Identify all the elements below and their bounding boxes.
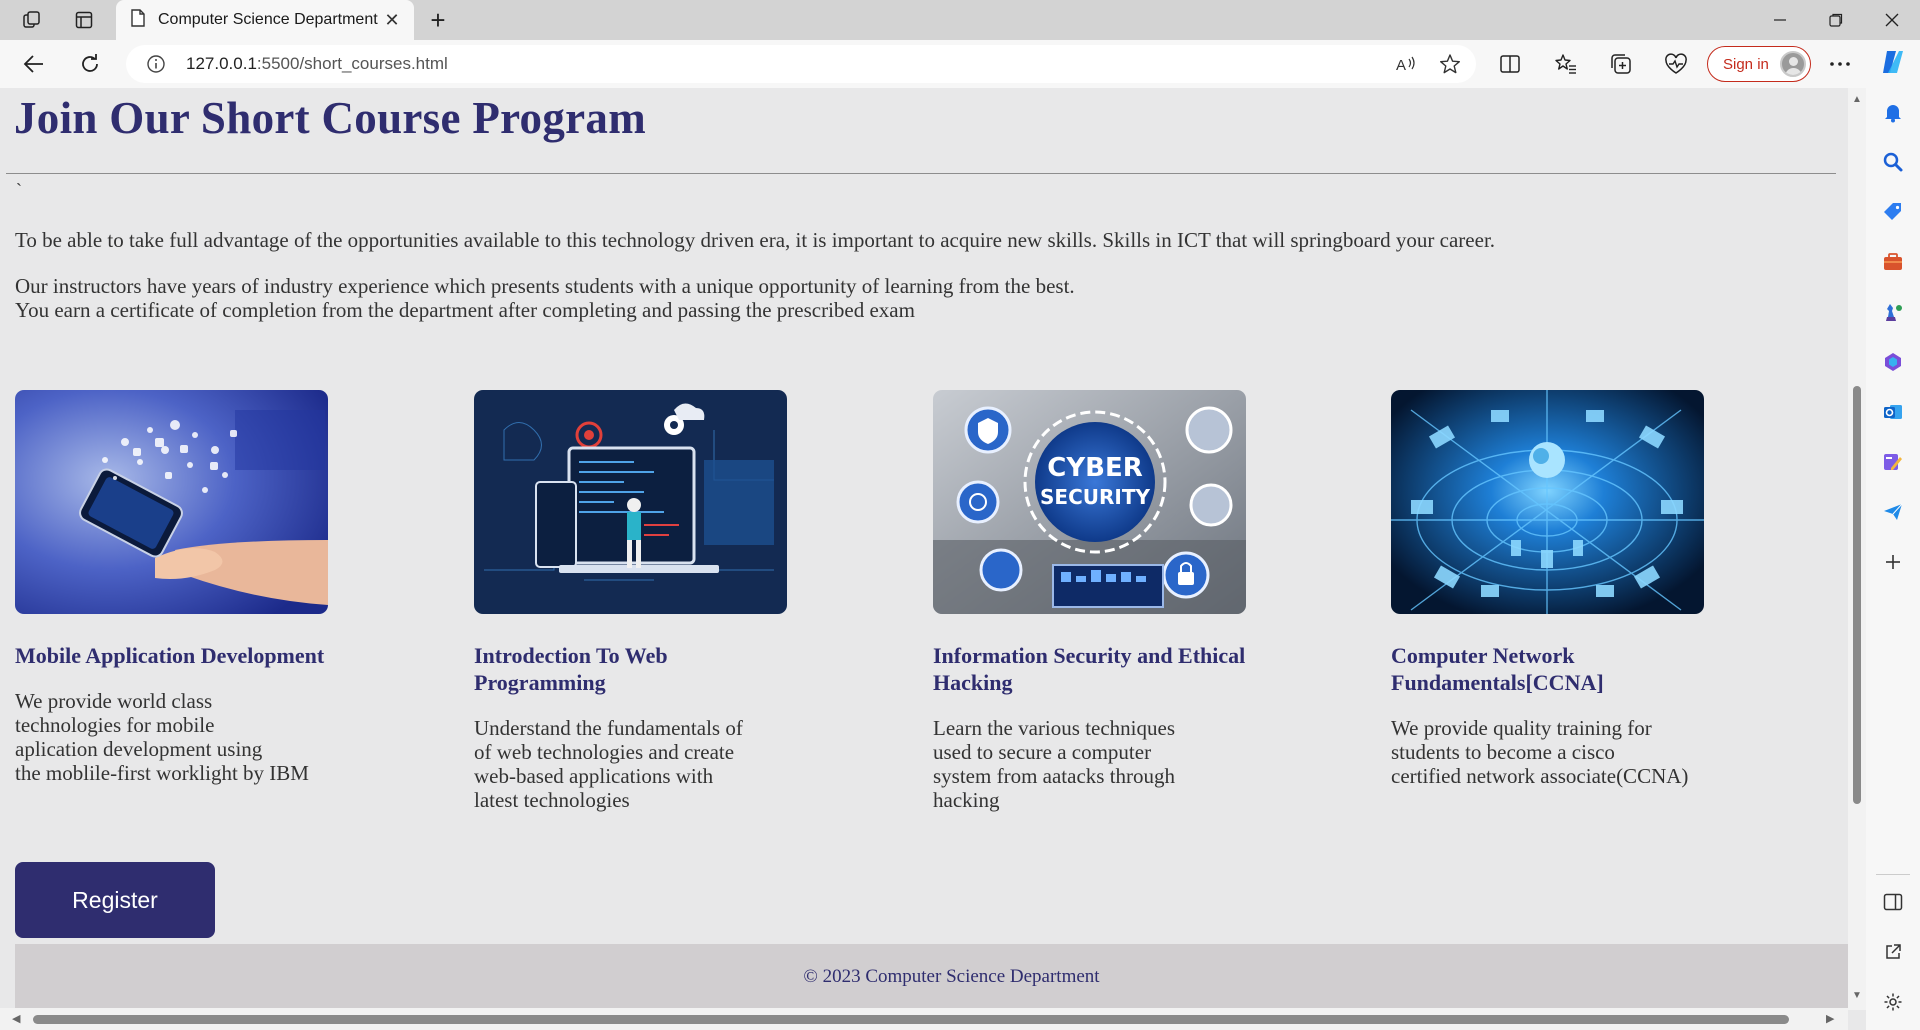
- back-button[interactable]: [20, 50, 48, 78]
- send-paper-plane-icon[interactable]: [1879, 498, 1907, 526]
- course-card-mobile: Mobile Application Development We provid…: [15, 390, 435, 785]
- course-description: We provide quality training for students…: [1391, 716, 1689, 788]
- settings-gear-icon[interactable]: [1879, 988, 1907, 1016]
- course-card-security: CYBER SECURITY Information Security and …: [933, 390, 1353, 812]
- active-tab[interactable]: Computer Science Department ✕: [116, 0, 414, 40]
- page-content: Join Our Short Course Program ` To be ab…: [0, 88, 1848, 1010]
- tab-bar: Computer Science Department ✕ +: [0, 0, 1920, 40]
- register-button[interactable]: Register: [15, 862, 215, 938]
- mobile-app-image: [15, 390, 328, 614]
- close-window-button[interactable]: [1864, 0, 1920, 40]
- course-title: Introdection To Web Programming: [474, 643, 668, 695]
- course-title: Information Security and Ethical Hacking: [933, 643, 1246, 695]
- site-info-icon[interactable]: [146, 54, 166, 74]
- vertical-scrollbar[interactable]: ▲ ▼: [1848, 88, 1866, 1010]
- security-text: SECURITY: [1040, 485, 1150, 509]
- page-title: Join Our Short Course Program: [14, 93, 647, 143]
- sign-in-button[interactable]: Sign in: [1707, 46, 1811, 82]
- scroll-down-arrow-icon[interactable]: ▼: [1852, 990, 1862, 1001]
- avatar: [1780, 51, 1806, 77]
- course-title: Computer Network Fundamentals[CCNA]: [1391, 643, 1604, 695]
- course-description: Understand the fundamentals of of web te…: [474, 716, 743, 812]
- hide-sidebar-icon[interactable]: [1879, 888, 1907, 916]
- course-description: Learn the various techniques used to sec…: [933, 716, 1176, 812]
- scroll-right-arrow-icon[interactable]: ▶: [1826, 1012, 1834, 1025]
- network-image: [1391, 390, 1704, 614]
- restore-button[interactable]: [1808, 0, 1864, 40]
- edge-sidebar: [1866, 40, 1920, 1030]
- course-description: We provide world class technologies for …: [15, 689, 309, 785]
- tools-briefcase-icon[interactable]: [1879, 248, 1907, 276]
- vertical-scroll-thumb[interactable]: [1853, 386, 1861, 804]
- open-external-icon[interactable]: [1879, 938, 1907, 966]
- web-programming-image: [474, 390, 787, 614]
- instructors-line-2: You earn a certificate of completion fro…: [15, 298, 915, 322]
- page-icon: [130, 8, 146, 32]
- sidebar-divider: [1876, 874, 1910, 875]
- footer: © 2023 Computer Science Department: [15, 944, 1848, 1010]
- url-host: 127.0.0.1: [186, 54, 257, 73]
- collections-icon[interactable]: [1607, 50, 1635, 78]
- horizontal-scroll-thumb[interactable]: [33, 1015, 1789, 1024]
- designer-icon[interactable]: [1879, 448, 1907, 476]
- favorites-icon[interactable]: [1552, 50, 1580, 78]
- copilot-icon[interactable]: [1879, 48, 1907, 76]
- navigation-bar: 127.0.0.1:5500/short_courses.html A Sign…: [0, 40, 1920, 88]
- url-path: :5500/short_courses.html: [256, 54, 448, 73]
- close-tab-icon[interactable]: ✕: [380, 8, 404, 32]
- read-aloud-icon[interactable]: A: [1394, 52, 1418, 76]
- microsoft-365-icon[interactable]: [1879, 348, 1907, 376]
- svg-text:A: A: [1396, 57, 1406, 74]
- tab-title: Computer Science Department: [158, 11, 378, 28]
- url-text[interactable]: 127.0.0.1:5500/short_courses.html: [186, 54, 448, 74]
- favorite-star-icon[interactable]: [1438, 52, 1462, 76]
- browser-essentials-icon[interactable]: [1662, 50, 1690, 78]
- course-card-web: Introdection To Web Programming Understa…: [474, 390, 894, 812]
- divider: [6, 173, 1836, 174]
- new-tab-button[interactable]: +: [424, 5, 452, 35]
- minimize-button[interactable]: [1752, 0, 1808, 40]
- sign-in-label: Sign in: [1723, 55, 1769, 73]
- refresh-button[interactable]: [76, 50, 104, 78]
- notifications-bell-icon[interactable]: [1879, 98, 1907, 126]
- workspaces-icon[interactable]: [20, 8, 44, 32]
- intro-paragraph: To be able to take full advantage of the…: [15, 228, 1496, 252]
- address-bar[interactable]: 127.0.0.1:5500/short_courses.html A: [126, 45, 1476, 83]
- split-screen-icon[interactable]: [1496, 50, 1524, 78]
- footer-copyright: © 2023 Computer Science Department: [803, 966, 1100, 987]
- shopping-tag-icon[interactable]: [1879, 198, 1907, 226]
- tab-actions-icon[interactable]: [72, 8, 96, 32]
- search-icon[interactable]: [1879, 148, 1907, 176]
- games-chess-icon[interactable]: [1879, 298, 1907, 326]
- course-card-network: Computer Network Fundamentals[CCNA] We p…: [1391, 390, 1811, 788]
- add-sidebar-app-icon[interactable]: [1879, 548, 1907, 576]
- outlook-icon[interactable]: [1879, 398, 1907, 426]
- cyber-text: CYBER: [1047, 453, 1143, 483]
- instructors-line-1: Our instructors have years of industry e…: [15, 274, 1075, 298]
- cyber-security-image: CYBER SECURITY: [933, 390, 1246, 614]
- horizontal-scrollbar[interactable]: ◀ ▶: [0, 1008, 1848, 1030]
- more-options-icon[interactable]: [1826, 50, 1854, 78]
- course-title: Mobile Application Development: [15, 643, 325, 668]
- stray-backtick: `: [16, 180, 22, 200]
- scroll-left-arrow-icon[interactable]: ◀: [12, 1012, 20, 1025]
- scroll-up-arrow-icon[interactable]: ▲: [1852, 94, 1862, 105]
